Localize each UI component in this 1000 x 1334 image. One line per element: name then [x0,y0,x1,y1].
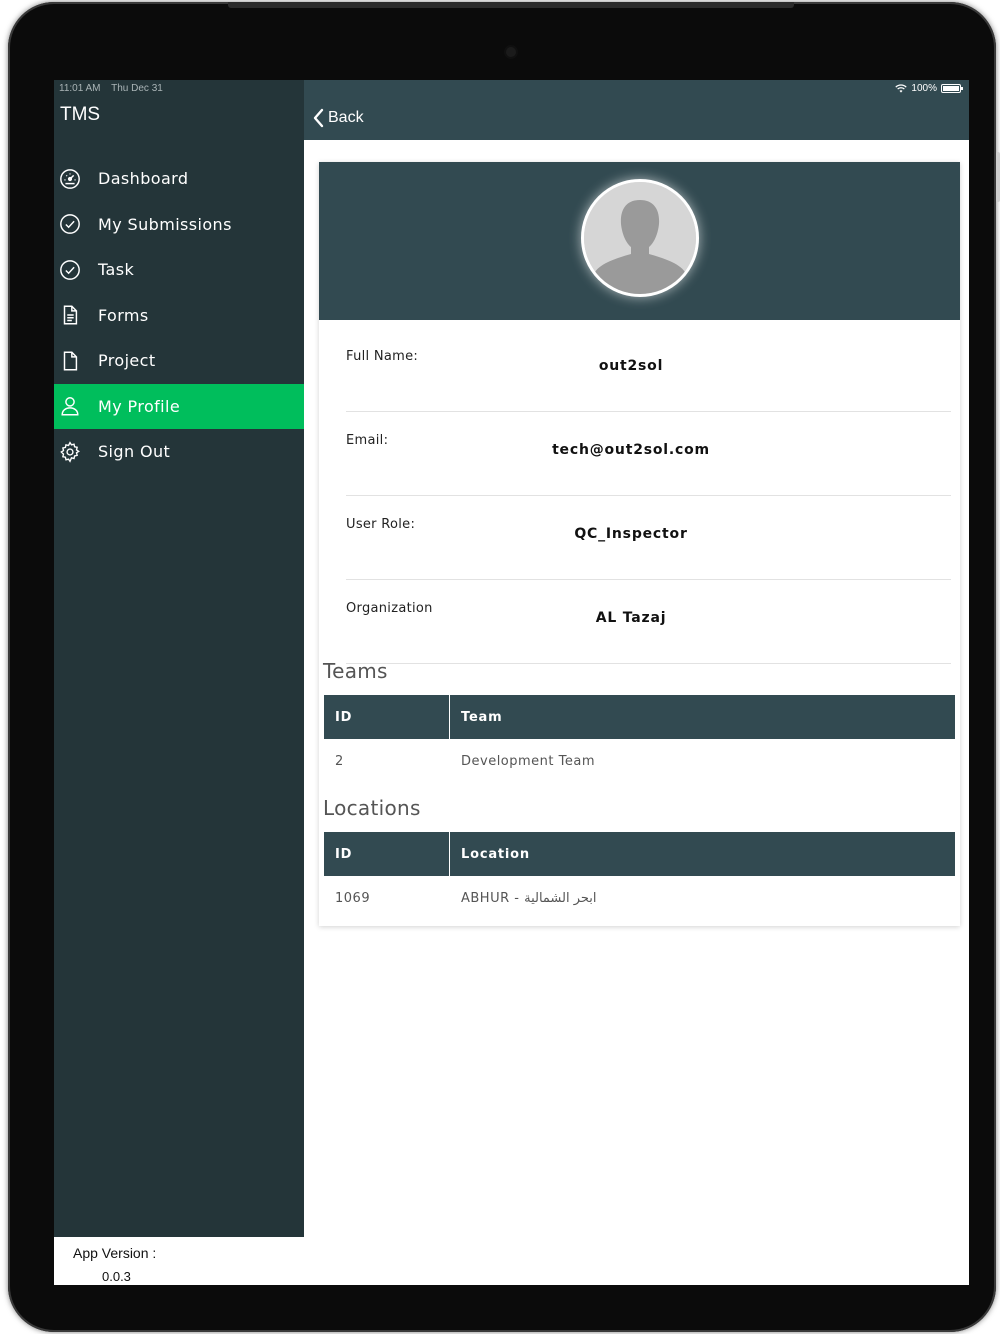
locations-table-header: ID Location [324,832,955,876]
sidebar-item-task[interactable]: Task [54,247,304,293]
locations-table: ID Location 1069 ABHUR - ابحر الشمالية [324,832,955,920]
locations-section-title: Locations [323,796,421,820]
profile-banner [319,162,960,320]
app-title: TMS [60,104,101,125]
sidebar-item-label: Forms [98,305,149,325]
app-version-box: App Version : 0.0.3 [54,1237,304,1285]
locations-header-location: Location [461,846,530,862]
side-button [996,152,1000,202]
status-bar-left: 11:01 AM Thu Dec 31 [59,83,171,94]
team-id-cell: 2 [335,753,344,769]
teams-header-id: ID [324,695,450,739]
gear-icon [59,441,81,463]
profile-field-user-role: User Role: QC_Inspector [346,496,951,580]
locations-header-id: ID [324,832,450,876]
table-row: 2 Development Team [324,739,955,783]
status-bar-right: 100% [895,83,963,94]
teams-section-title: Teams [323,659,388,683]
teams-table-header: ID Team [324,695,955,739]
sidebar-item-dashboard[interactable]: Dashboard [54,156,304,202]
table-row: 1069 ABHUR - ابحر الشمالية [324,876,955,920]
location-name-cell: ABHUR - ابحر الشمالية [461,890,597,906]
tablet-frame: 11:01 AM Thu Dec 31 TMS Dashboard My Sub… [8,2,1000,1332]
dashboard-gauge-icon [59,168,81,190]
front-camera [506,47,516,57]
location-id-cell: 1069 [335,890,371,906]
wifi-icon [895,84,908,93]
profile-field-email: Email: tech@out2sol.com [346,412,951,496]
sidebar-item-label: My Profile [98,396,181,416]
file-icon [59,350,81,372]
screen: 11:01 AM Thu Dec 31 TMS Dashboard My Sub… [54,80,969,1285]
sidebar-item-sign-out[interactable]: Sign Out [54,429,304,475]
profile-field-full-name: Full Name: out2sol [346,328,951,412]
top-bezel [228,2,794,8]
sidebar-item-project[interactable]: Project [54,338,304,384]
sidebar: 11:01 AM Thu Dec 31 TMS Dashboard My Sub… [54,80,304,1237]
battery-percent: 100% [911,83,937,94]
default-avatar-silhouette-icon [584,182,696,294]
email-value: tech@out2sol.com [552,442,710,458]
battery-icon [941,84,963,93]
teams-table: ID Team 2 Development Team [324,695,955,783]
full-name-value: out2sol [598,358,664,374]
top-header: 100% Back [304,80,969,140]
app-version-label: App Version : [73,1245,157,1261]
team-name-cell: Development Team [461,753,596,769]
back-label: Back [328,109,364,126]
check-circle-icon [59,259,81,281]
organization-value: AL Tazaj [595,610,667,626]
profile-card: Full Name: out2sol Email: tech@out2sol.c… [319,162,960,926]
teams-header-team: Team [461,709,503,725]
check-circle-icon [59,213,81,235]
sidebar-item-forms[interactable]: Forms [54,293,304,339]
sidebar-item-my-submissions[interactable]: My Submissions [54,202,304,248]
sidebar-item-label: Task [98,260,135,280]
sidebar-item-label: Sign Out [98,442,171,462]
sidebar-item-label: Project [98,351,156,371]
profile-field-organization: Organization AL Tazaj [346,580,951,664]
user-icon [59,395,81,417]
chevron-left-icon [313,108,324,128]
app-version-value: 0.0.3 [102,1269,131,1284]
sidebar-item-label: Dashboard [98,169,189,189]
back-button[interactable]: Back [312,108,364,128]
sidebar-menu: Dashboard My Submissions Task Forms Proj… [54,156,304,475]
status-date: Thu Dec 31 [111,83,163,94]
document-icon [59,304,81,326]
sidebar-item-my-profile[interactable]: My Profile [54,383,304,429]
sidebar-item-label: My Submissions [98,214,232,234]
status-time: 11:01 AM [59,83,101,94]
user-role-value: QC_Inspector [574,526,688,542]
avatar [581,179,699,297]
